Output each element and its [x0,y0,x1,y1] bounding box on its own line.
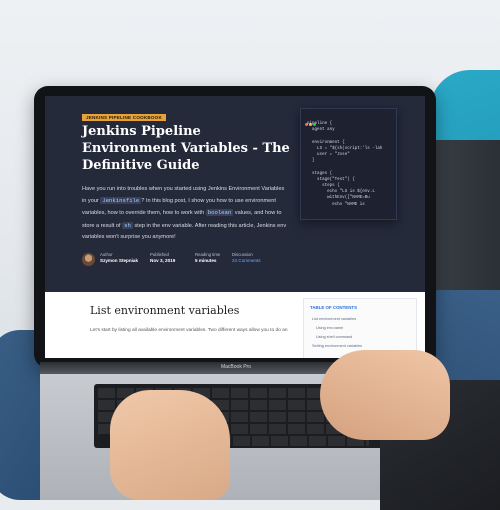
meta-author: Author Szymon Stepniak [100,252,139,263]
toc-item[interactable]: Using shell command [316,335,352,339]
author-avatar [82,253,95,266]
code-line: pipeline { [307,122,333,126]
toc-item[interactable]: Using env.name [316,326,343,330]
inline-code-jenkinsfile: Jenkinsfile [100,197,142,205]
code-line: environment { [312,140,345,145]
code-line: } [312,159,315,164]
meta-discussion: Discussion 24 Comments [232,252,261,264]
inline-code-boolean: boolean [205,209,234,217]
article-intro: Have you run into troubles when you star… [82,186,287,240]
code-line: echo "NAME is [332,202,365,207]
person-hand-left [110,390,230,500]
article-title: Jenkins Pipeline Environment Variables -… [82,124,290,173]
inline-code-sh: sh [122,221,133,229]
code-line: stages { [312,171,333,176]
meta-published: Published Nov 3, 2019 [150,252,176,263]
comments-link[interactable]: 24 Comments [232,258,261,264]
code-line: stage("Test") { [317,177,355,182]
article-hero: JENKINS PIPELINE COOKBOOK Jenkins Pipeli… [45,96,425,292]
meta-reading-time: Reading time 5 minutes [195,252,221,263]
code-snippet: pipeline { agent any environment { LS = … [307,121,382,208]
code-line: user = "Jose" [317,153,350,158]
code-line: agent any [312,128,335,133]
toc-item[interactable]: List environment variables [312,317,356,321]
laptop-screen: JENKINS PIPELINE COOKBOOK Jenkins Pipeli… [45,96,425,358]
code-line: LS = "${sh(script:'ls -lah [317,146,383,151]
code-line: echo "LS is ${env.L [327,190,375,195]
code-line: withEnv(["NAME=Bu [327,196,370,201]
toc-title: TABLE OF CONTENTS [310,305,357,310]
section-heading: List environment variables [90,304,240,317]
table-of-contents: TABLE OF CONTENTS List environment varia… [303,298,417,358]
person-hand-right [320,350,450,440]
article-body: List environment variables Let's start b… [45,292,425,358]
article-meta: Author Szymon Stepniak Published Nov 3, … [82,250,382,270]
code-window: pipeline { agent any environment { LS = … [300,108,397,220]
toc-item[interactable]: Setting environment variables [312,344,362,348]
section-paragraph: Let's start by listing all available env… [90,328,288,333]
category-tag[interactable]: JENKINS PIPELINE COOKBOOK [82,114,166,121]
code-line: steps { [322,184,340,189]
